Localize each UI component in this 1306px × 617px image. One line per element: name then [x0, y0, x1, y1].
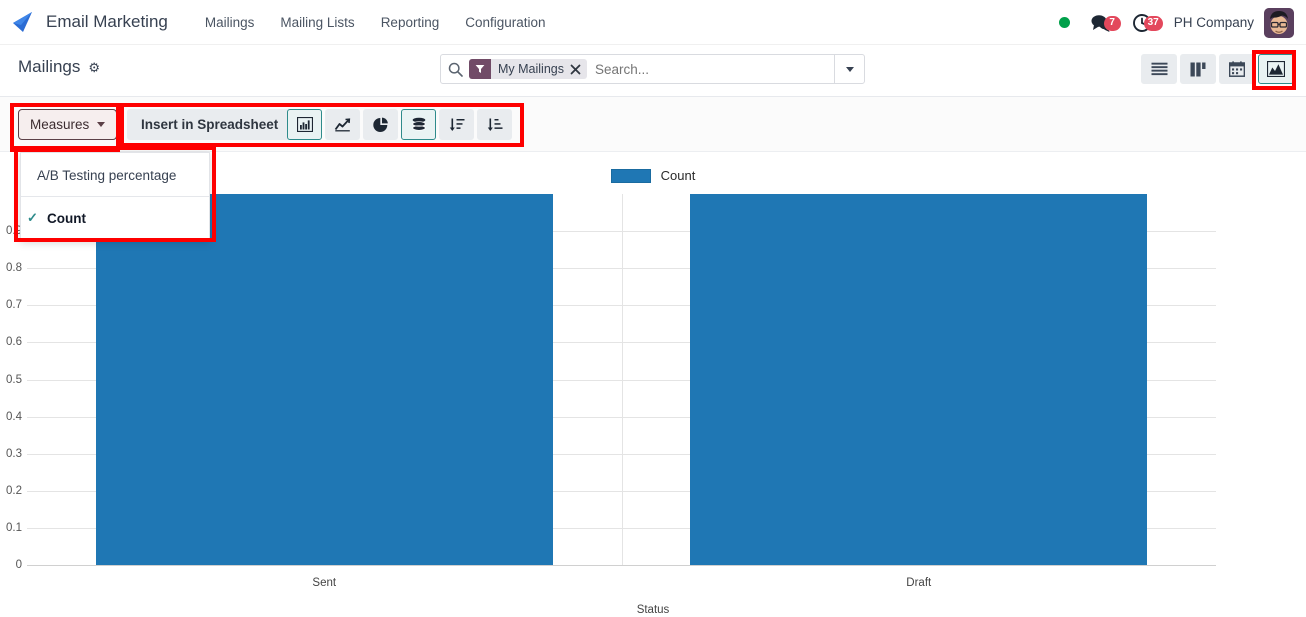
graph-view-icon — [1267, 61, 1285, 77]
filter-icon — [469, 59, 491, 79]
x-axis-title: Status — [636, 604, 670, 616]
view-button-kanban[interactable] — [1180, 54, 1216, 84]
measures-dropdown-menu: A/B Testing percentage ✓ Count — [20, 152, 210, 241]
graph-mode-buttons — [287, 109, 512, 140]
search-icon — [441, 55, 469, 83]
top-navbar: Email Marketing Mailings Mailing Lists R… — [0, 0, 1306, 45]
category-divider — [621, 194, 623, 565]
user-menu-company[interactable]: PH Company — [1164, 15, 1264, 30]
x-axis-tick-label: Sent — [312, 577, 337, 589]
legend-swatch-count — [610, 168, 651, 183]
page-title: Mailings — [18, 57, 81, 76]
measures-button-label: Measures — [30, 117, 90, 132]
view-button-list[interactable] — [1141, 54, 1177, 84]
close-icon[interactable] — [570, 59, 587, 79]
chevron-down-icon — [97, 122, 106, 127]
y-axis-tick-label: 0.3 — [6, 447, 22, 460]
y-axis-tick-label: 0.8 — [6, 262, 22, 275]
online-status-icon[interactable] — [1049, 17, 1080, 28]
sort-ascending-icon — [449, 118, 464, 131]
line-chart-icon — [334, 118, 351, 132]
gridline — [27, 565, 1216, 566]
measure-item-label: Count — [47, 210, 86, 226]
check-icon: ✓ — [27, 210, 38, 225]
stacked-button[interactable] — [401, 109, 436, 140]
activities-menu[interactable]: 37 — [1122, 13, 1164, 33]
graph-toolbar: Measures Insert in Spreadsheet — [0, 97, 1306, 152]
bar-chart-icon — [296, 117, 313, 132]
y-axis-tick-label: 0 — [15, 559, 22, 571]
y-axis-tick-label: 0.4 — [6, 410, 22, 423]
menu-separator — [21, 196, 209, 197]
systray: 7 37 PH Company — [1049, 0, 1298, 45]
y-axis-tick-label: 0.5 — [6, 373, 22, 386]
view-button-graph[interactable] — [1258, 54, 1294, 84]
search-facet-my-mailings[interactable]: My Mailings — [469, 59, 587, 79]
insert-in-spreadsheet-label: Insert in Spreadsheet — [141, 117, 279, 132]
measure-item-ab-testing-percentage[interactable]: A/B Testing percentage — [21, 157, 209, 193]
search-facet-label: My Mailings — [498, 62, 564, 76]
pie-chart-icon — [372, 117, 388, 132]
insert-in-spreadsheet-button[interactable]: Insert in Spreadsheet — [127, 109, 293, 140]
nav-item-mailing-lists[interactable]: Mailing Lists — [267, 9, 367, 36]
sort-descending-button[interactable] — [477, 109, 512, 140]
line-chart-button[interactable] — [325, 109, 360, 140]
sort-descending-icon — [487, 118, 502, 131]
gear-icon[interactable]: ⚙ — [88, 61, 100, 74]
stacked-icon — [411, 117, 426, 131]
search-view: My Mailings — [440, 54, 865, 84]
search-options-toggle[interactable] — [834, 55, 864, 83]
sort-ascending-button[interactable] — [439, 109, 474, 140]
chevron-down-icon — [845, 66, 854, 72]
y-axis-tick-label: 0.7 — [6, 299, 22, 312]
y-axis-tick-label: 0.2 — [6, 484, 22, 497]
plot-area — [27, 194, 1216, 566]
list-view-icon — [1151, 62, 1167, 76]
control-panel: Mailings ⚙ My Mailings — [0, 45, 1306, 97]
view-switcher — [1141, 54, 1294, 84]
messages-badge: 7 — [1103, 15, 1121, 31]
calendar-view-icon — [1229, 61, 1245, 77]
user-avatar[interactable] — [1264, 7, 1294, 38]
bar-chart-button[interactable] — [287, 109, 322, 140]
x-axis-tick-label: Draft — [906, 577, 932, 589]
nav-item-reporting[interactable]: Reporting — [368, 9, 453, 36]
nav-item-configuration[interactable]: Configuration — [452, 9, 558, 36]
y-axis-tick-label: 0.6 — [6, 336, 22, 349]
paper-plane-icon[interactable] — [12, 10, 38, 34]
activities-badge: 37 — [1143, 15, 1163, 31]
search-input[interactable] — [587, 55, 834, 83]
view-button-calendar[interactable] — [1219, 54, 1255, 84]
main-nav-menu: Mailings Mailing Lists Reporting Configu… — [192, 9, 559, 36]
y-axis-ticks: 0 0.1 0.2 0.3 0.4 0.5 0.6 0.7 0.8 0.9 — [0, 194, 22, 571]
bar-sent[interactable] — [95, 194, 553, 565]
messages-menu[interactable]: 7 — [1080, 13, 1122, 33]
nav-item-mailings[interactable]: Mailings — [192, 9, 268, 36]
measure-item-label: A/B Testing percentage — [37, 167, 177, 183]
app-brand-name[interactable]: Email Marketing — [46, 12, 168, 32]
legend-label-count: Count — [660, 168, 696, 183]
kanban-view-icon — [1190, 62, 1206, 76]
y-axis-tick-label: 0.1 — [6, 521, 22, 534]
pie-chart-button[interactable] — [363, 109, 398, 140]
measure-item-count[interactable]: ✓ Count — [21, 200, 209, 236]
bar-draft[interactable] — [690, 194, 1148, 565]
breadcrumb: Mailings ⚙ — [18, 57, 100, 77]
measures-button[interactable]: Measures — [18, 109, 118, 140]
